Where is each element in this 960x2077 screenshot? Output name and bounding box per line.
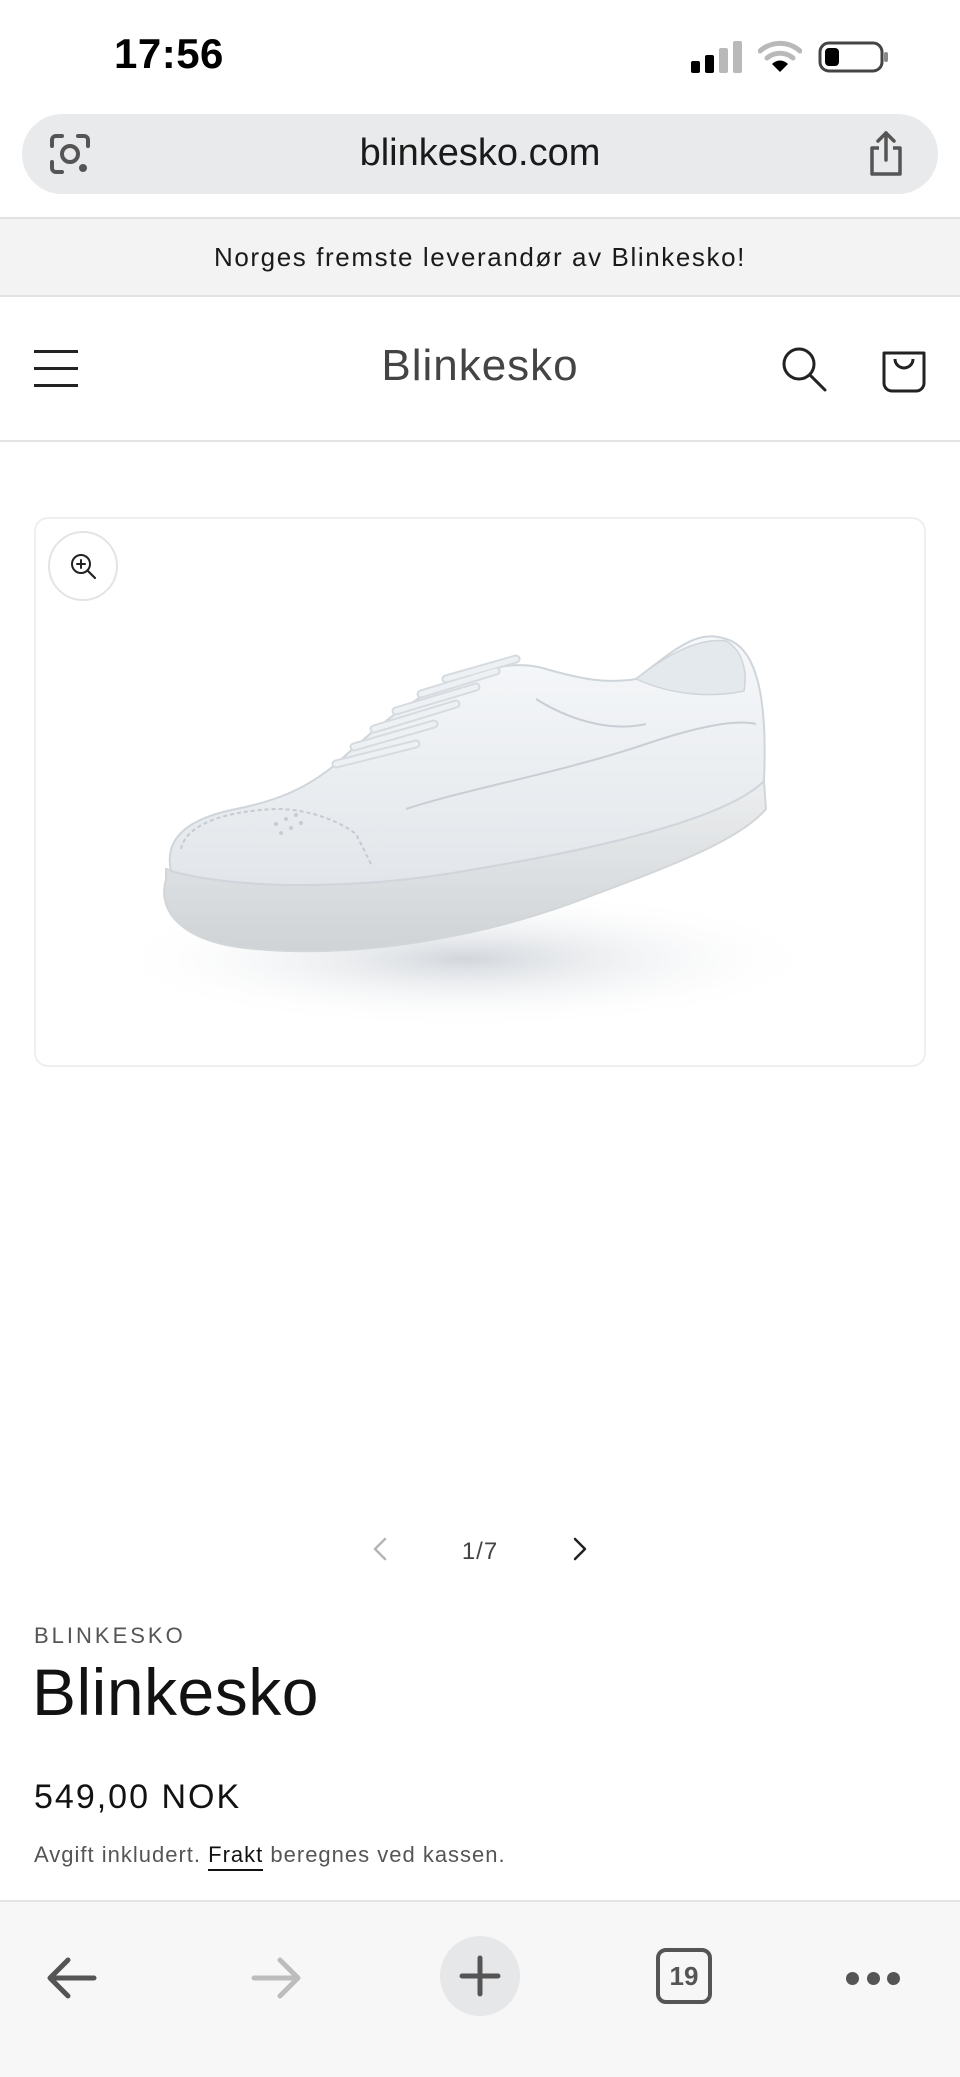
plus-icon — [459, 1955, 501, 1997]
sneaker-image — [106, 635, 826, 1029]
battery-icon — [818, 41, 888, 73]
tabs-button[interactable]: 19 — [656, 1948, 712, 2004]
search-icon[interactable] — [780, 345, 828, 393]
product-price: 549,00 NOK — [34, 1778, 242, 1816]
forward-icon[interactable] — [244, 1946, 308, 2010]
new-tab-button[interactable] — [440, 1936, 520, 2016]
chevron-right-icon[interactable] — [564, 1534, 594, 1564]
cellular-signal-icon — [691, 41, 742, 73]
address-bar[interactable]: blinkesko.com — [22, 114, 938, 194]
product-image-frame[interactable] — [34, 517, 926, 1067]
status-icons — [691, 40, 890, 74]
more-icon[interactable] — [846, 1972, 900, 1986]
tax-note-prefix: Avgift inkludert. — [34, 1842, 202, 1867]
zoom-button[interactable] — [48, 531, 118, 601]
announcement-bar: Norges fremste leverandør av Blinkesko! — [0, 217, 960, 297]
announcement-text: Norges fremste leverandør av Blinkesko! — [213, 242, 747, 272]
shipping-link[interactable]: Frakt — [208, 1842, 264, 1871]
wifi-icon — [758, 40, 802, 72]
slide-counter: 1/7 — [461, 1538, 499, 1565]
zoom-in-icon — [71, 554, 97, 580]
slider-controls: 1/7 — [0, 1520, 960, 1580]
tax-note-suffix: beregnes ved kassen. — [270, 1842, 506, 1867]
status-bar: 17:56 — [0, 0, 960, 112]
cart-icon[interactable] — [880, 343, 928, 393]
site-header: Blinkesko — [0, 297, 960, 442]
product-title: Blinkesko — [32, 1655, 319, 1729]
back-icon[interactable] — [40, 1946, 104, 2010]
share-icon[interactable] — [866, 130, 906, 178]
url-text[interactable]: blinkesko.com — [22, 132, 938, 175]
status-time: 17:56 — [114, 30, 224, 77]
browser-toolbar: 19 — [0, 1900, 960, 2077]
product-vendor: BLINKESKO — [34, 1623, 186, 1648]
tax-note: Avgift inkludert. Frakt beregnes ved kas… — [34, 1842, 506, 1871]
